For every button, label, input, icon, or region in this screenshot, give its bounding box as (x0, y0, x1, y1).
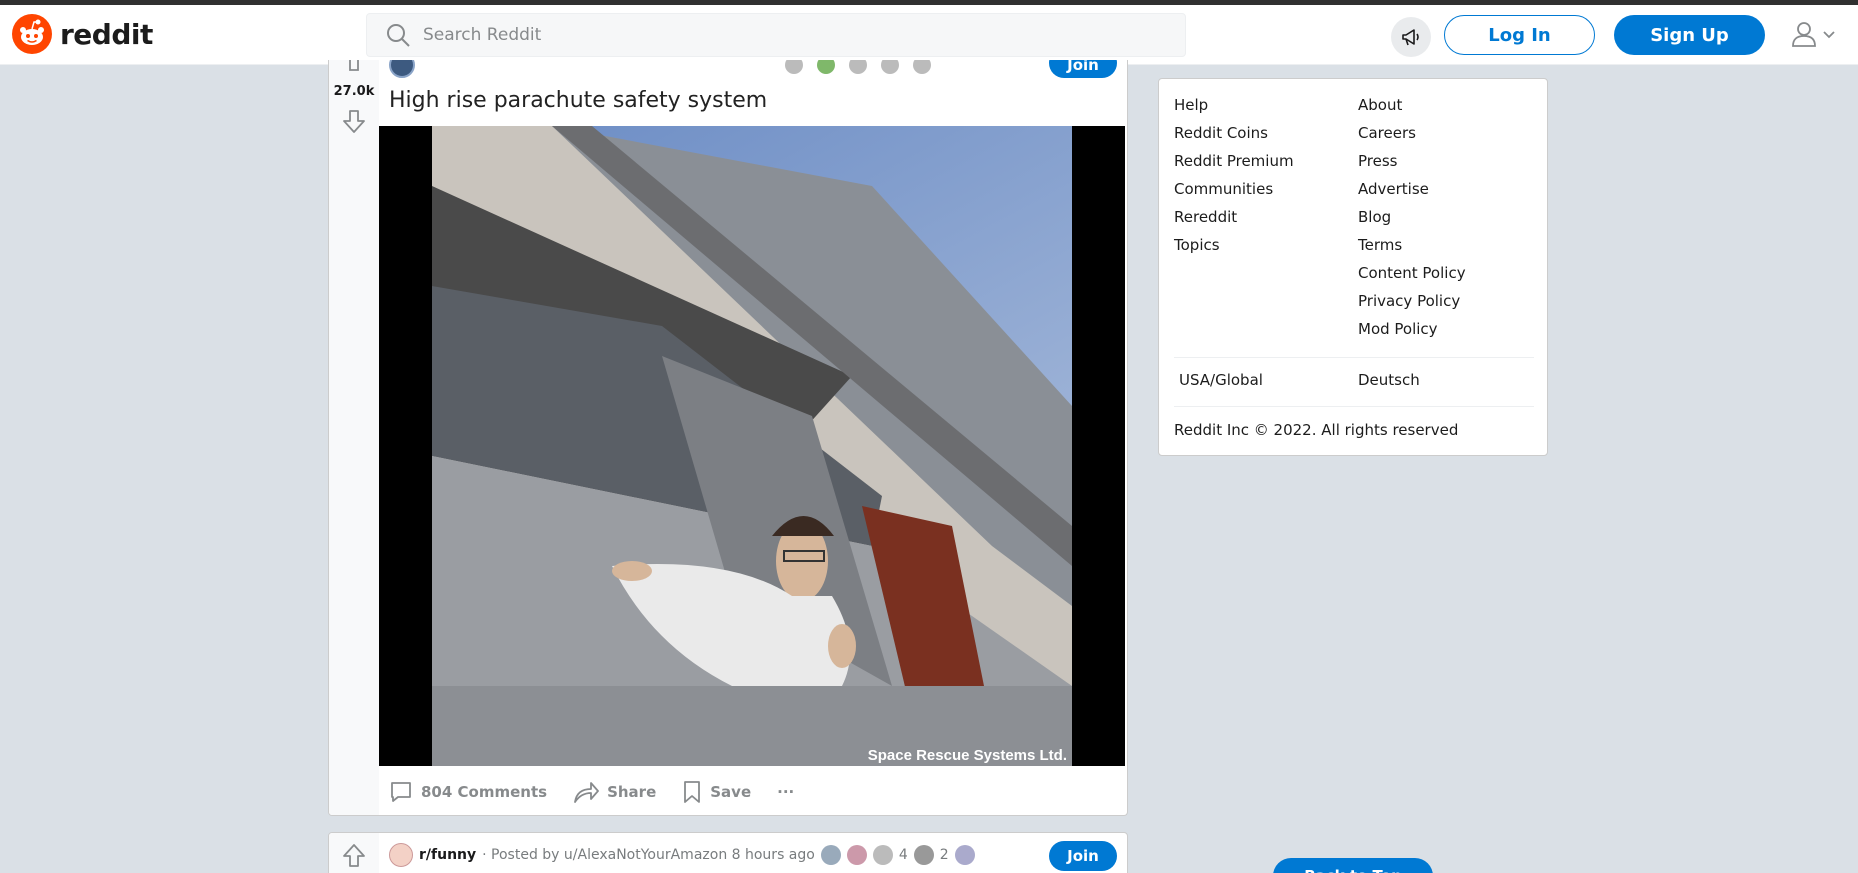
share-label: Share (607, 783, 657, 801)
login-button[interactable]: Log In (1444, 15, 1595, 55)
join-button[interactable]: Join (1049, 841, 1117, 871)
award-count: 2 (939, 847, 949, 863)
vote-column: 27.0k (329, 60, 379, 815)
subreddit-link[interactable]: r/funny (419, 847, 476, 863)
award-icon (954, 845, 975, 865)
bookmark-icon (684, 781, 701, 803)
copyright: Reddit Inc © 2022. All rights reserved (1174, 421, 1459, 439)
video-frame: Space Rescue Systems Ltd. (432, 126, 1072, 766)
footer-link-privacy-policy[interactable]: Privacy Policy (1358, 291, 1542, 311)
top-header: reddit Log In Sign Up (0, 5, 1858, 65)
lang-link-usa-global[interactable]: USA/Global (1179, 371, 1358, 389)
award-icon (913, 60, 931, 74)
post-card[interactable]: 27.0k Join High rise parachute safety sy… (328, 60, 1128, 816)
footer-links-card: Help About Reddit Coins Careers Reddit P… (1158, 78, 1548, 456)
subreddit-avatar[interactable] (389, 60, 415, 78)
post-meta: r/funny · Posted by u/AlexaNotYourAmazon… (389, 843, 975, 867)
footer-link-advertise[interactable]: Advertise (1358, 179, 1542, 199)
footer-link-content-policy[interactable]: Content Policy (1358, 263, 1542, 283)
award-icon (817, 60, 835, 74)
next-post-card[interactable]: r/funny · Posted by u/AlexaNotYourAmazon… (328, 832, 1128, 873)
footer-link-blog[interactable]: Blog (1358, 207, 1542, 227)
footer-link-press[interactable]: Press (1358, 151, 1542, 171)
lang-link-deutsch[interactable]: Deutsch (1358, 371, 1420, 389)
award-icon (881, 60, 899, 74)
award-icon (872, 845, 893, 865)
user-icon (1792, 22, 1816, 47)
language-links: USA/Global Deutsch (1179, 371, 1420, 389)
video-player[interactable]: Space Rescue Systems Ltd. (379, 126, 1125, 766)
comments-label: 804 Comments (421, 783, 548, 801)
comment-icon (391, 782, 411, 802)
award-count: 4 (898, 847, 908, 863)
subreddit-avatar[interactable] (389, 843, 413, 867)
back-to-top-button[interactable]: Back to Top (1273, 858, 1433, 873)
post-meta (389, 60, 931, 78)
empty-cell (1174, 319, 1358, 339)
footer-link-topics[interactable]: Topics (1174, 235, 1358, 255)
save-label: Save (710, 783, 752, 801)
upvote-icon[interactable] (341, 843, 367, 869)
award-icon (849, 60, 867, 74)
empty-cell (1174, 291, 1358, 311)
footer-links: Help About Reddit Coins Careers Reddit P… (1174, 95, 1542, 339)
footer-link-help[interactable]: Help (1174, 95, 1358, 115)
post-actions: 804 Comments Share Save ··· (389, 772, 794, 812)
user-dropdown[interactable] (1790, 20, 1836, 48)
share-icon (574, 782, 599, 803)
divider (1174, 406, 1534, 407)
join-button[interactable]: Join (1049, 60, 1117, 78)
more-options-icon: ··· (777, 783, 795, 801)
chevron-down-icon (1823, 31, 1835, 39)
downvote-icon[interactable] (341, 108, 367, 134)
share-button[interactable]: Share (573, 780, 656, 804)
search-icon (387, 24, 410, 47)
reddit-snoo-icon (12, 14, 52, 54)
reddit-wordmark: reddit (60, 17, 153, 51)
megaphone-icon (1402, 29, 1419, 46)
upvote-icon[interactable] (344, 60, 364, 72)
award-icon (913, 845, 934, 865)
footer-link-reddit-premium[interactable]: Reddit Premium (1174, 151, 1358, 171)
divider (1174, 357, 1534, 358)
footer-link-communities[interactable]: Communities (1174, 179, 1358, 199)
more-options-button[interactable]: ··· (777, 783, 794, 801)
reddit-logo[interactable]: reddit (12, 14, 153, 54)
post-title[interactable]: High rise parachute safety system (389, 88, 767, 113)
post-score: 27.0k (333, 84, 375, 99)
award-icon (785, 60, 803, 74)
award-icon (846, 845, 867, 865)
awards-row (785, 60, 931, 74)
video-watermark: Space Rescue Systems Ltd. (868, 747, 1067, 764)
advertise-button[interactable] (1391, 17, 1431, 57)
footer-link-rereddit[interactable]: Rereddit (1174, 207, 1358, 227)
posted-by: · Posted by u/AlexaNotYourAmazon 8 hours… (482, 847, 815, 863)
vote-column (329, 833, 379, 873)
search-input[interactable] (423, 25, 1123, 45)
footer-link-reddit-coins[interactable]: Reddit Coins (1174, 123, 1358, 143)
footer-link-terms[interactable]: Terms (1358, 235, 1542, 255)
footer-link-careers[interactable]: Careers (1358, 123, 1542, 143)
save-button[interactable]: Save (682, 780, 751, 804)
comments-button[interactable]: 804 Comments (389, 780, 547, 804)
search-bar[interactable] (366, 13, 1186, 57)
signup-button[interactable]: Sign Up (1614, 15, 1765, 55)
footer-link-mod-policy[interactable]: Mod Policy (1358, 319, 1542, 339)
empty-cell (1174, 263, 1358, 283)
footer-link-about[interactable]: About (1358, 95, 1542, 115)
award-icon (820, 845, 841, 865)
